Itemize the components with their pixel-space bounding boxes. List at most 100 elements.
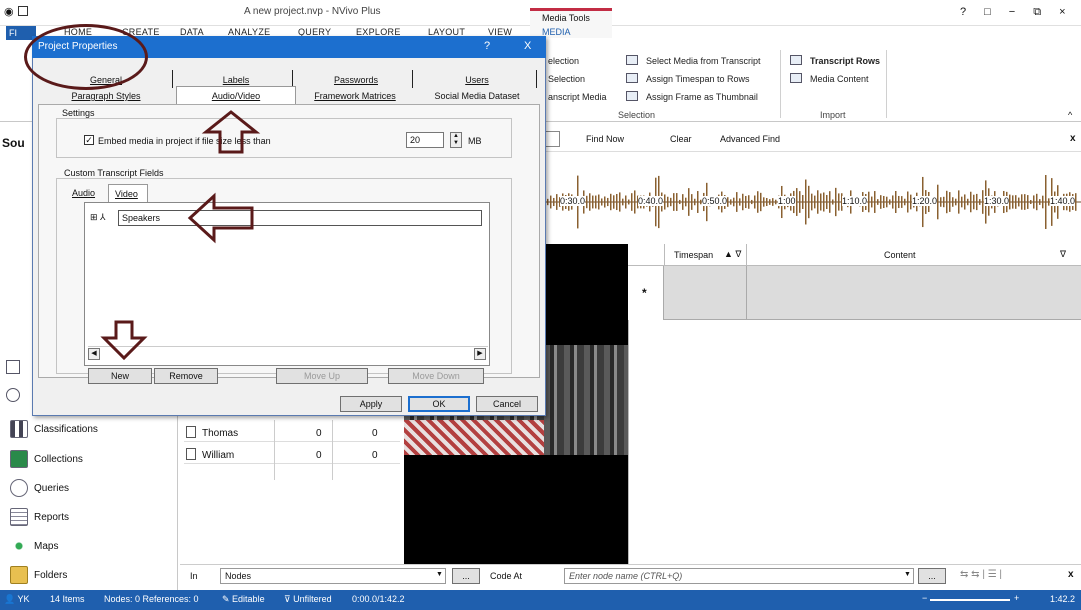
close-find-icon[interactable]: x: [1070, 133, 1076, 144]
field-row-input[interactable]: [118, 210, 482, 226]
node-name-input[interactable]: Enter node name (CTRL+Q): [564, 568, 914, 584]
grid-divider: [746, 266, 747, 320]
app-icon: ◉: [4, 6, 14, 18]
cancel-button[interactable]: Cancel: [476, 396, 538, 412]
cases-nav-icon[interactable]: [6, 388, 20, 402]
save-icon[interactable]: [18, 6, 28, 16]
browse-button[interactable]: ...: [452, 568, 480, 584]
collapse-ribbon-icon[interactable]: ^: [1068, 110, 1072, 120]
maximize-icon[interactable]: ⧉: [1033, 6, 1059, 18]
restore-ribbon-icon[interactable]: □: [984, 6, 1009, 18]
zoom-out-icon[interactable]: −: [922, 593, 927, 603]
assign-frame-thumbnail-button[interactable]: Assign Frame as Thumbnail: [646, 92, 758, 102]
advanced-find-button[interactable]: Advanced Find: [720, 134, 780, 144]
transcript-grid-header: Timespan ▲ ∇ Content ∇: [628, 244, 1081, 266]
nav-folders[interactable]: Folders: [10, 563, 67, 587]
column-header-timespan[interactable]: Timespan: [674, 250, 713, 260]
field-row-icon: ⊞ ⅄: [90, 212, 106, 222]
nav-label: Reports: [34, 511, 70, 523]
in-label: In: [190, 571, 198, 581]
node-name: William: [202, 450, 235, 461]
selection-item-1[interactable]: election: [548, 56, 579, 66]
find-bar: Find Now Clear Advanced Find x: [540, 128, 1081, 152]
import-media-content-button[interactable]: Media Content: [810, 74, 869, 84]
dialog-close-icon[interactable]: X: [524, 40, 531, 52]
tab-users[interactable]: Users: [416, 72, 538, 88]
nav-classifications[interactable]: Classifications: [10, 417, 98, 441]
move-down-button[interactable]: Move Down: [388, 368, 484, 384]
in-select[interactable]: Nodes: [220, 568, 446, 584]
subtab-audio[interactable]: Audio: [72, 188, 95, 198]
scroll-right-icon[interactable]: ▶: [474, 348, 486, 360]
size-spinner[interactable]: ▲ ▼: [450, 132, 462, 148]
filter-icon[interactable]: ∇: [1060, 249, 1066, 260]
field-row-speakers[interactable]: Speakers: [122, 213, 160, 223]
tab-passwords[interactable]: Passwords: [296, 72, 416, 88]
help-icon[interactable]: ?: [960, 6, 984, 18]
close-icon[interactable]: ×: [1059, 6, 1081, 18]
nav-label: Maps: [34, 540, 59, 552]
tab-media[interactable]: MEDIA: [542, 27, 571, 37]
clear-button[interactable]: Clear: [670, 134, 692, 144]
selection-group-label: Selection: [618, 110, 656, 120]
settings-label: Settings: [62, 108, 95, 118]
waveform-tick: 0:50.0: [702, 196, 728, 206]
tab-divider: [172, 70, 173, 88]
annotation-circle: [24, 24, 148, 90]
column-divider: [332, 420, 333, 480]
chevron-down-icon[interactable]: ▼: [904, 571, 911, 578]
tab-paragraph-styles[interactable]: Paragraph Styles: [44, 88, 168, 104]
remove-button[interactable]: Remove: [154, 368, 218, 384]
sources-header: Sou: [2, 136, 25, 150]
nav-label: Collections: [34, 453, 83, 465]
ribbon-separator: [886, 50, 887, 118]
ok-button[interactable]: OK: [408, 396, 470, 412]
tab-framework-matrices[interactable]: Framework Matrices: [296, 88, 414, 104]
item-count: 14 Items: [50, 594, 85, 604]
new-row-marker: *: [642, 286, 647, 300]
subtab-video[interactable]: Video: [108, 184, 148, 202]
scroll-left-icon[interactable]: ◀: [88, 348, 100, 360]
node-references: 0: [372, 428, 378, 439]
close-coding-bar-icon[interactable]: x: [1068, 569, 1074, 580]
size-limit-input[interactable]: 20: [406, 132, 444, 148]
move-up-button[interactable]: Move Up: [276, 368, 368, 384]
selection-item-3[interactable]: anscript Media: [548, 92, 607, 102]
waveform[interactable]: 0:30.0 0:40.0 0:50.0 1:00 1:10.0 1:20.0 …: [540, 170, 1081, 232]
column-header-content[interactable]: Content: [884, 250, 916, 260]
coding-bar: In Nodes ▼ ... Code At Enter node name (…: [180, 564, 1081, 586]
browse-button[interactable]: ...: [918, 568, 946, 584]
nav-reports[interactable]: Reports: [10, 505, 69, 529]
media-tools-context: Media Tools MEDIA: [530, 8, 612, 38]
selection-item-2[interactable]: Selection: [548, 74, 585, 84]
list-item[interactable]: Thomas 0 0: [184, 424, 400, 442]
media-content-icon: [790, 73, 802, 83]
zoom-slider[interactable]: [930, 599, 1010, 601]
list-item[interactable]: William 0 0: [184, 446, 400, 464]
node-references: 0: [372, 450, 378, 461]
nav-collections[interactable]: Collections: [10, 447, 83, 471]
minimize-icon[interactable]: −: [1009, 6, 1033, 18]
apply-button[interactable]: Apply: [340, 396, 402, 412]
find-now-button[interactable]: Find Now: [586, 134, 624, 144]
tab-divider: [536, 70, 537, 88]
sort-filter-icon[interactable]: ▲ ∇: [724, 249, 741, 260]
tab-audio-video[interactable]: Audio/Video: [176, 86, 296, 104]
node-name: Thomas: [202, 428, 239, 439]
nav-queries[interactable]: Queries: [10, 476, 69, 500]
chevron-down-icon[interactable]: ▼: [436, 571, 443, 578]
tab-social-media-dataset[interactable]: Social Media Dataset: [416, 88, 538, 104]
window-controls[interactable]: ?□−⧉×: [960, 6, 1081, 19]
new-button[interactable]: New: [88, 368, 152, 384]
select-media-from-transcript-button[interactable]: Select Media from Transcript: [646, 56, 761, 66]
zoom-in-icon[interactable]: +: [1014, 593, 1019, 603]
embed-media-checkbox[interactable]: ✓: [84, 135, 94, 145]
dialog-help-icon[interactable]: ?: [484, 40, 490, 52]
code-at-label: Code At: [490, 571, 523, 581]
nav-maps[interactable]: Maps: [10, 534, 58, 558]
code-uncode-icons[interactable]: ⇆ ⇆ | ☰ |: [960, 569, 1002, 580]
transcript-new-row[interactable]: *: [628, 266, 1081, 320]
nodes-nav-icon[interactable]: [6, 360, 20, 374]
import-transcript-rows-button[interactable]: Transcript Rows: [810, 56, 880, 66]
assign-timespan-button[interactable]: Assign Timespan to Rows: [646, 74, 750, 84]
